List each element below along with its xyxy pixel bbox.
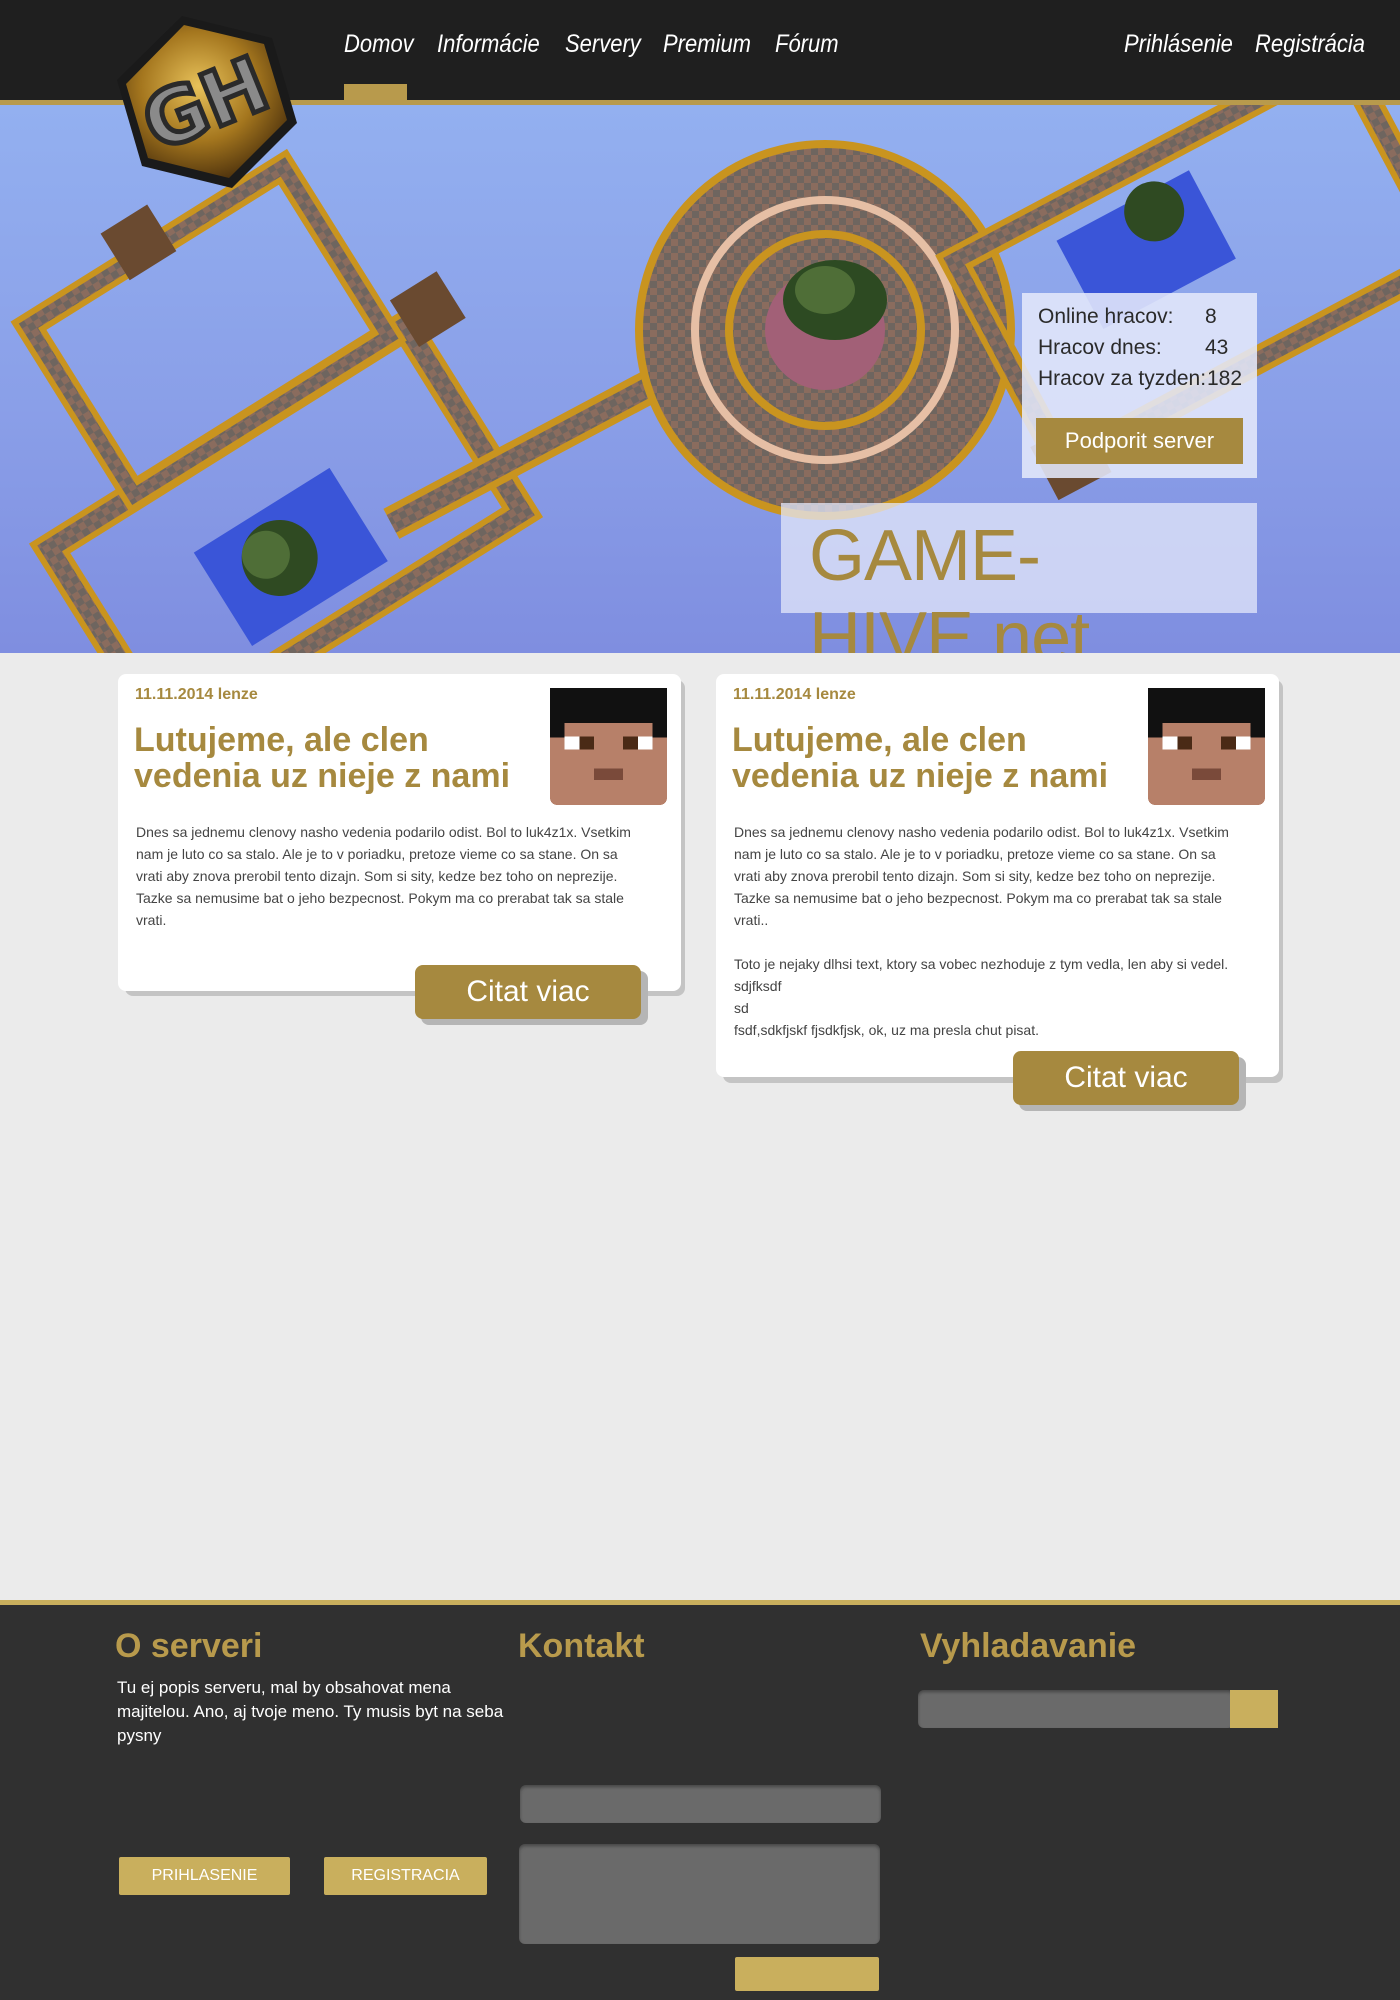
- contact-email-field[interactable]: [520, 1785, 881, 1823]
- site-footer: O serveri Tu ej popis serveru, mal by ob…: [0, 1605, 1400, 2000]
- active-nav-indicator: [344, 84, 407, 100]
- about-text: Tu ej popis serveru, mal by obsahovat me…: [117, 1678, 504, 1745]
- post-paragraph: fsdf,sdkfjskf fjsdkfjsk, ok, uz ma presl…: [734, 1022, 1039, 1038]
- author-avatar: [1148, 688, 1265, 805]
- author-avatar: [550, 688, 667, 805]
- nav-item-domov[interactable]: Domov: [344, 30, 414, 59]
- post-card: 11.11.2014 lenze Lutujeme, ale clen vede…: [716, 674, 1279, 1077]
- about-heading: O serveri: [115, 1627, 263, 1665]
- stat-today-label: Hracov dnes:: [1038, 336, 1162, 359]
- footer-login-button[interactable]: PRIHLASENIE: [119, 1857, 290, 1895]
- post-paragraph: sdjfksdf: [734, 978, 782, 994]
- post-meta: 11.11.2014 lenze: [733, 686, 856, 703]
- nav-item-forum[interactable]: Fórum: [775, 30, 839, 59]
- post-card: 11.11.2014 lenze Lutujeme, ale clen vede…: [118, 674, 681, 991]
- game-hive-logo[interactable]: GH: [112, 8, 302, 198]
- post-paragraph: Toto je nejaky dlhsi text, ktory sa vobe…: [734, 956, 1229, 972]
- post-paragraph: sd: [734, 1000, 749, 1016]
- post-body: Dnes sa jednemu clenovy nasho vedenia po…: [136, 821, 636, 931]
- server-stats-panel: Online hracov: 8 Hracov dnes: 43 Hracov …: [1022, 293, 1257, 478]
- contact-heading: Kontakt: [518, 1627, 645, 1665]
- search-input[interactable]: [918, 1690, 1234, 1728]
- nav-item-premium[interactable]: Premium: [663, 30, 751, 59]
- stat-online-label: Online hracov:: [1038, 305, 1174, 328]
- post-body: Dnes sa jednemu clenovy nasho vedenia po…: [734, 821, 1234, 1041]
- nav-login-link[interactable]: Prihlásenie: [1124, 30, 1233, 59]
- steve-avatar-icon: [550, 688, 667, 805]
- post-paragraph: Dnes sa jednemu clenovy nasho vedenia po…: [734, 824, 1229, 928]
- read-more-button[interactable]: Citat viac: [415, 965, 641, 1019]
- brand-panel: GAME-HIVE.net: [781, 503, 1257, 653]
- post-title[interactable]: Lutujeme, ale clen vedenia uz nieje z na…: [732, 722, 1132, 794]
- contact-message-field[interactable]: [519, 1844, 880, 1944]
- contact-send-button[interactable]: [735, 1957, 879, 1991]
- stat-today-value: 43: [1205, 336, 1229, 359]
- search-button[interactable]: [1230, 1690, 1278, 1728]
- footer-register-button[interactable]: REGISTRACIA: [324, 1857, 487, 1895]
- nav-item-servery[interactable]: Servery: [565, 30, 641, 59]
- stat-week-label: Hracov za tyzden:: [1038, 367, 1207, 390]
- search-heading: Vyhladavanie: [920, 1627, 1137, 1665]
- nav-register-link[interactable]: Registrácia: [1255, 30, 1365, 59]
- stat-online-value: 8: [1205, 305, 1217, 328]
- support-server-button[interactable]: Podporit server: [1036, 418, 1243, 464]
- stat-week-value: 182: [1207, 367, 1243, 390]
- nav-item-informacie[interactable]: Informácie: [437, 30, 540, 59]
- steve-avatar-icon: [1148, 688, 1265, 805]
- logo-icon: GH: [117, 16, 297, 188]
- post-paragraph: Dnes sa jednemu clenovy nasho vedenia po…: [136, 824, 631, 928]
- post-meta: 11.11.2014 lenze: [135, 686, 258, 703]
- post-title[interactable]: Lutujeme, ale clen vedenia uz nieje z na…: [134, 722, 534, 794]
- read-more-button[interactable]: Citat viac: [1013, 1051, 1239, 1105]
- brand-title: GAME-HIVE.net: [809, 516, 1090, 653]
